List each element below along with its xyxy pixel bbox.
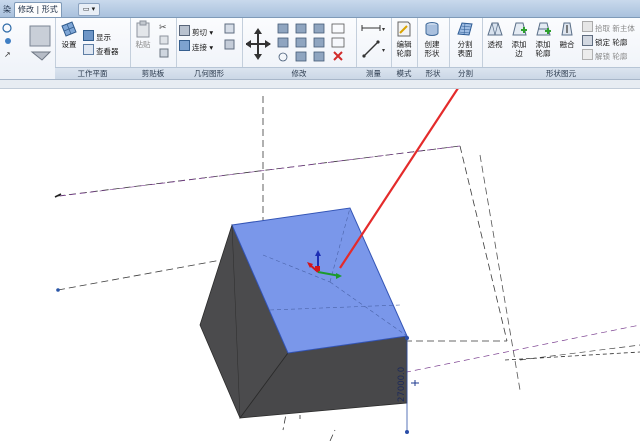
delete-icon <box>333 51 343 61</box>
show-label: 显示 <box>96 33 111 42</box>
add-profile-button[interactable]: 添加 轮廓 <box>532 20 554 58</box>
divide-surface-label-1: 分割 <box>457 40 473 49</box>
viewer-icon <box>83 44 94 55</box>
show-plane-icon <box>83 30 94 41</box>
divide-surface-label-2: 表面 <box>457 49 473 58</box>
paste-label: 粘贴 <box>135 40 151 49</box>
height-dimension[interactable] <box>405 336 419 434</box>
mode-panel-title: 模式 <box>391 67 417 79</box>
tab-partial[interactable]: 染 <box>0 3 14 17</box>
join-geometry-button[interactable]: 连接 ▾ <box>179 40 213 52</box>
divide-surface-icon <box>457 22 473 36</box>
unlock-profile-button[interactable]: 解锁 轮廓 <box>582 49 628 61</box>
edit-profile-label-2: 轮廓 <box>396 49 412 58</box>
modify-tools-icons[interactable] <box>246 22 352 66</box>
show-workplane-button[interactable]: 显示 <box>83 30 111 42</box>
ribbon-tab-strip: 染 修改 | 形式 ▭ ▾ <box>0 0 640 18</box>
lock-icon <box>582 35 593 46</box>
panel-modify: 修改 <box>242 18 357 79</box>
dissolve-button[interactable]: 融合 <box>556 20 578 49</box>
workplane-viewer-button[interactable]: 查看器 <box>83 44 119 56</box>
add-profile-label-1: 添加 <box>535 40 551 49</box>
tab-modify-form[interactable]: 修改 | 形式 <box>14 2 62 17</box>
panel-geometry: 剪切 ▾ 连接 ▾ 几何图形 <box>176 18 243 79</box>
clipboard-panel-title: 剪贴板 <box>130 67 176 79</box>
unlock-icon <box>582 49 593 60</box>
drawing-viewport[interactable]: 27000.0 <box>0 89 640 441</box>
move-icon <box>246 28 271 60</box>
add-profile-label-2: 轮廓 <box>535 49 551 58</box>
set-workplane-label: 设置 <box>61 40 77 49</box>
cut-geometry-button[interactable]: 剪切 ▾ <box>179 25 213 37</box>
join-geometry-label: 连接 <box>192 43 207 52</box>
svg-text:▾: ▾ <box>382 26 385 33</box>
cut-geometry-label: 剪切 <box>192 28 207 37</box>
join-geometry-icon <box>179 40 190 51</box>
cut-icon: ✂ <box>159 23 167 33</box>
panel-form-element: 透视 添加 边 添加 轮廓 融合 拾取 新主体 锁定 轮廓 解锁 轮廓 形状图元 <box>482 18 640 79</box>
xray-label: 透视 <box>487 40 503 49</box>
svg-text:↗: ↗ <box>4 50 11 59</box>
set-workplane-button[interactable]: 设置 <box>58 20 80 49</box>
grid-plane-icon <box>61 21 77 37</box>
mass-form[interactable] <box>199 207 408 419</box>
options-bar <box>0 80 640 89</box>
measure-tools-icons[interactable]: ▾ ▾ <box>360 22 388 62</box>
xray-button[interactable]: 透视 <box>484 20 506 49</box>
modify-panel-title: 修改 <box>242 67 356 79</box>
clipboard-tools-icons[interactable]: ✂ <box>158 21 172 61</box>
add-edge-icon <box>512 22 527 36</box>
create-form-button[interactable]: 创建 形状 <box>421 20 443 58</box>
workplane-panel-title: 工作平面 <box>55 67 130 79</box>
panel-mode: 编辑 轮廓 模式 <box>391 18 418 79</box>
panel-clipboard: 粘贴 ✂ 剪贴板 <box>130 18 177 79</box>
measure-panel-title: 测量 <box>356 67 391 79</box>
viewer-label: 查看器 <box>96 47 119 56</box>
dissolve-label: 融合 <box>559 40 575 49</box>
edit-profile-label-1: 编辑 <box>396 40 412 49</box>
panel-measure: ▾ ▾ 测量 <box>356 18 392 79</box>
add-edge-label-2: 边 <box>515 49 523 58</box>
panel-divide: 分割 表面 分割 <box>449 18 483 79</box>
lock-profile-button[interactable]: 锁定 轮廓 <box>582 35 628 47</box>
svg-text:▾: ▾ <box>382 47 385 54</box>
tab-options-dropdown[interactable]: ▭ ▾ <box>78 3 100 16</box>
divide-surface-button[interactable]: 分割 表面 <box>454 20 476 58</box>
form-element-panel-title: 形状图元 <box>482 67 640 79</box>
panel-select-partial: ↗ <box>0 18 56 79</box>
add-profile-icon <box>536 22 551 36</box>
dimension-value[interactable]: 27000.0 <box>397 367 407 402</box>
pick-new-host-label: 拾取 新主体 <box>595 24 635 33</box>
panel-form: 创建 形状 形状 <box>417 18 450 79</box>
pick-new-host-button[interactable]: 拾取 新主体 <box>582 21 635 33</box>
add-edge-button[interactable]: 添加 边 <box>508 20 530 58</box>
divide-panel-title: 分割 <box>449 67 482 79</box>
edit-profile-button[interactable]: 编辑 轮廓 <box>393 20 415 58</box>
ribbon: ↗ 设置 显示 查看器 工作平面 粘贴 ✂ 剪贴板 剪切 ▾ 连接 ▾ 几何图形… <box>0 18 640 80</box>
geometry-extra-icons[interactable] <box>224 23 238 53</box>
panel-workplane: 设置 显示 查看器 工作平面 <box>55 18 131 79</box>
geometry-panel-title: 几何图形 <box>176 67 242 79</box>
pick-host-icon <box>582 21 593 32</box>
xray-icon <box>487 22 503 36</box>
paste-button[interactable]: 粘贴 <box>132 20 154 49</box>
partial-tools-icons[interactable]: ↗ <box>2 22 54 64</box>
dissolve-icon <box>561 22 573 36</box>
reference-plane-markers[interactable] <box>54 193 62 292</box>
model-canvas[interactable]: 27000.0 <box>0 89 640 441</box>
unlock-profile-label: 解锁 轮廓 <box>595 52 628 61</box>
lock-profile-label: 锁定 轮廓 <box>595 38 628 47</box>
form-panel-title: 形状 <box>417 67 449 79</box>
create-form-label-2: 形状 <box>424 49 440 58</box>
create-form-label-1: 创建 <box>424 40 440 49</box>
create-form-icon <box>425 22 439 36</box>
cut-geometry-icon <box>179 25 190 36</box>
edit-profile-icon <box>397 21 411 37</box>
paste-icon <box>136 20 150 38</box>
add-edge-label-1: 添加 <box>511 40 527 49</box>
